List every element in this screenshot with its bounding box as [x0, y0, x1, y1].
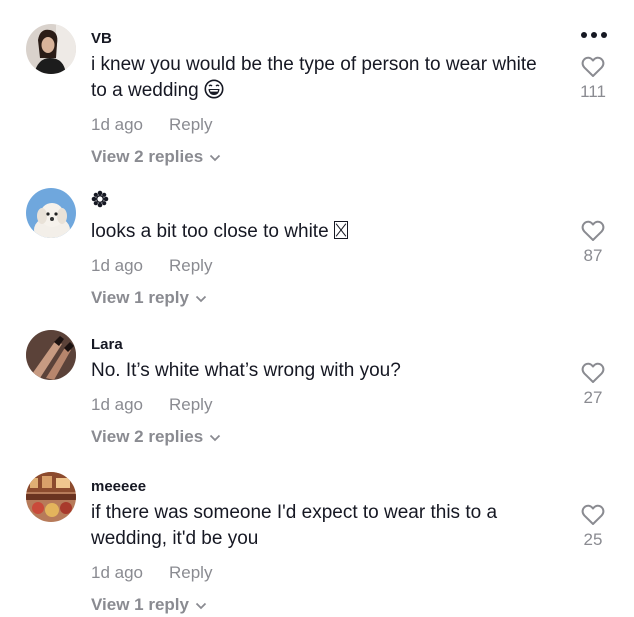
username[interactable]	[91, 190, 554, 213]
reply-button[interactable]: Reply	[169, 395, 212, 414]
avatar[interactable]	[26, 188, 76, 238]
view-replies-button[interactable]: View 1 reply	[91, 594, 207, 616]
chevron-down-icon	[210, 154, 221, 161]
username[interactable]: meeeee	[91, 478, 554, 496]
reply-button[interactable]: Reply	[169, 256, 212, 275]
laughing-face-emoji	[204, 79, 224, 99]
more-options-icon[interactable]	[580, 30, 608, 40]
heart-icon	[581, 362, 605, 383]
comment-time: 1d ago	[91, 395, 143, 414]
avatar[interactable]	[26, 472, 76, 522]
chevron-down-icon	[210, 434, 221, 441]
like-count: 25	[583, 530, 603, 549]
like-button[interactable]: 87	[578, 220, 608, 266]
username[interactable]: Lara	[91, 336, 554, 354]
comment-text: looks a bit too close to white	[91, 219, 554, 245]
avatar[interactable]	[26, 330, 76, 380]
chevron-down-icon	[195, 602, 207, 609]
comment-time: 1d ago	[91, 256, 143, 275]
avatar[interactable]	[26, 24, 76, 74]
view-replies-label: View 2 replies	[91, 427, 204, 446]
like-count: 27	[583, 388, 603, 407]
comment-text: No. It’s white what’s wrong with you?	[91, 360, 401, 381]
view-replies-label: View 1 reply	[91, 595, 189, 614]
comment-meta: 1d ago Reply	[91, 394, 554, 416]
heart-icon	[581, 56, 605, 77]
heart-icon	[581, 220, 605, 241]
like-button[interactable]: 111	[578, 56, 608, 102]
comment-text: i knew you would be the type of person t…	[91, 54, 537, 101]
heart-icon	[581, 504, 605, 525]
reply-button[interactable]: Reply	[169, 115, 212, 134]
comment-time: 1d ago	[91, 115, 143, 134]
reply-button[interactable]: Reply	[169, 563, 212, 582]
comment-time: 1d ago	[91, 563, 143, 582]
like-button[interactable]: 27	[578, 362, 608, 408]
chevron-down-icon	[195, 295, 207, 302]
comment-meta: 1d ago Reply	[91, 114, 554, 136]
comment-meta: 1d ago Reply	[91, 255, 554, 277]
view-replies-button[interactable]: View 2 replies	[91, 146, 221, 168]
view-replies-label: View 1 reply	[91, 288, 189, 307]
like-count: 87	[583, 246, 603, 265]
like-count: 111	[580, 82, 606, 101]
missing-glyph-box	[333, 221, 348, 239]
like-button[interactable]: 25	[578, 504, 608, 550]
flower-icon	[91, 190, 109, 208]
username[interactable]: VB	[91, 30, 554, 48]
comment-meta: 1d ago Reply	[91, 562, 554, 584]
view-replies-button[interactable]: View 1 reply	[91, 287, 207, 309]
comment-text: if there was someone I'd expect to wear …	[91, 502, 498, 549]
view-replies-button[interactable]: View 2 replies	[91, 426, 221, 448]
view-replies-label: View 2 replies	[91, 147, 204, 166]
